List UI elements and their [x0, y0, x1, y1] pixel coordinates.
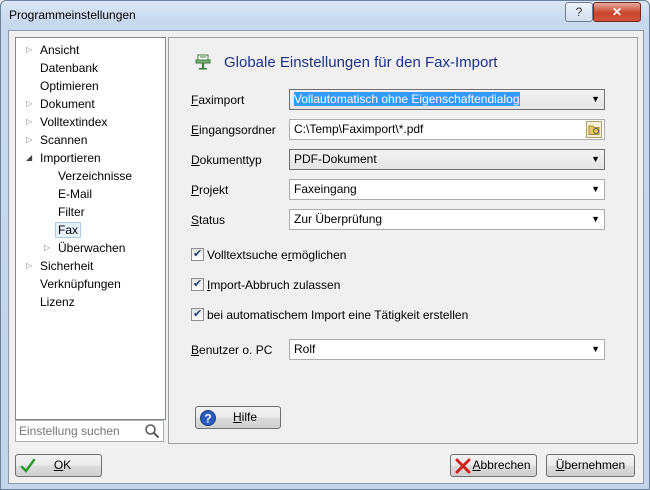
checkbox-checked[interactable]: [191, 306, 204, 322]
checkbox-checked[interactable]: [191, 276, 204, 292]
chevron-down-icon[interactable]: ▼: [591, 210, 600, 229]
help-button[interactable]: ? Hilfe: [195, 406, 281, 429]
tree-item-fax[interactable]: Fax: [55, 221, 82, 239]
checkbox-checked[interactable]: [191, 246, 204, 262]
tree-item-label: Überwachen: [58, 241, 126, 255]
faximport-label: Faximport: [191, 93, 245, 107]
tree-item-label: E-Mail: [58, 187, 93, 201]
chevron-down-icon[interactable]: ▼: [591, 180, 600, 199]
apply-button-label: Übernehmen: [555, 458, 626, 472]
help-title-button[interactable]: ?: [565, 2, 593, 22]
settings-tree: ▷ Ansicht Datenbank Optimieren ▷ Dokument …: [15, 37, 166, 420]
tree-item-label: Sicherheit: [40, 259, 94, 273]
tree-item-optimieren[interactable]: Optimieren: [40, 77, 99, 95]
collapse-arrow-icon[interactable]: ◢: [26, 149, 36, 167]
chevron-down-icon[interactable]: ▼: [591, 90, 600, 109]
dialog-window: Programmeinstellungen ? ✕ ▷ Ansicht Daten…: [0, 0, 650, 490]
expand-arrow-icon[interactable]: ▷: [26, 95, 36, 113]
expand-arrow-icon[interactable]: ▷: [26, 113, 36, 131]
folder-browse-icon[interactable]: [586, 121, 602, 138]
chevron-down-icon[interactable]: ▼: [591, 150, 600, 169]
cancel-x-icon: [455, 458, 471, 474]
tree-item-ueberwachen[interactable]: ▷ Überwachen: [44, 239, 126, 257]
benutzer-label: Benutzer o. PC: [191, 343, 273, 357]
faximport-select[interactable]: Vollautomatisch ohne Eigenschaftendialog…: [289, 89, 605, 110]
help-button-label: Hilfe: [232, 410, 257, 424]
tree-item-scannen[interactable]: ▷ Scannen: [26, 131, 88, 149]
chevron-down-icon[interactable]: ▼: [591, 340, 600, 359]
close-button[interactable]: ✕: [593, 2, 641, 22]
expand-arrow-icon[interactable]: ▷: [26, 257, 36, 275]
tree-item-label: Dokument: [40, 97, 95, 111]
tree-item-filter[interactable]: Filter: [58, 203, 85, 221]
tree-item-label: Filter: [58, 205, 85, 219]
tree-item-verzeichnisse[interactable]: Verzeichnisse: [58, 167, 132, 185]
tree-item-importieren[interactable]: ◢ Importieren: [26, 149, 101, 167]
benutzer-combo[interactable]: Rolf ▼: [289, 339, 605, 360]
projekt-value: Faxeingang: [294, 182, 357, 196]
tree-item-ansicht[interactable]: ▷ Ansicht: [26, 41, 80, 59]
eingangsordner-value: C:\Temp\Faximport\*.pdf: [294, 122, 424, 136]
dialog-client: ▷ Ansicht Datenbank Optimieren ▷ Dokument …: [8, 30, 644, 484]
tree-item-email[interactable]: E-Mail: [58, 185, 92, 203]
tree-item-label: Volltextindex: [40, 115, 108, 129]
tree-item-label: Fax: [55, 222, 82, 238]
eingangsordner-label: Eingangsordner: [191, 123, 276, 137]
tree-item-datenbank[interactable]: Datenbank: [40, 59, 98, 77]
eingangsordner-field[interactable]: C:\Temp\Faximport\*.pdf: [289, 119, 605, 140]
fax-icon: [195, 54, 211, 70]
ok-button[interactable]: OK: [15, 454, 102, 477]
search-icon[interactable]: [144, 423, 160, 439]
checkmark-icon: [20, 458, 36, 473]
settings-panel: Globale Einstellungen für den Fax-Import…: [168, 37, 638, 444]
expand-arrow-icon[interactable]: ▷: [26, 41, 36, 59]
projekt-label: Projekt: [191, 183, 229, 197]
import-abbruch-label: Import-Abbruch zulassen: [207, 278, 341, 292]
help-icon: ?: [200, 410, 216, 426]
tree-item-label: Verzeichnisse: [58, 169, 133, 183]
tree-item-verknuepfungen[interactable]: Verknüpfungen: [40, 275, 121, 293]
expand-arrow-icon[interactable]: ▷: [44, 239, 54, 257]
window-title: Programmeinstellungen: [9, 8, 136, 22]
dokumenttyp-label: Dokumenttyp: [191, 153, 262, 167]
tree-item-label: Datenbank: [40, 61, 99, 75]
status-value: Zur Überprüfung: [294, 212, 383, 226]
tree-item-label: Ansicht: [40, 43, 80, 57]
tree-item-label: Importieren: [40, 151, 101, 165]
projekt-combo[interactable]: Faxeingang ▼: [289, 179, 605, 200]
ok-button-label: OK: [53, 458, 72, 472]
status-combo[interactable]: Zur Überprüfung ▼: [289, 209, 605, 230]
apply-button[interactable]: Übernehmen: [546, 454, 635, 477]
cancel-button[interactable]: Abbrechen: [450, 454, 537, 477]
tree-item-volltextindex[interactable]: ▷ Volltextindex: [26, 113, 108, 131]
tree-item-label: Lizenz: [40, 295, 75, 309]
tree-item-sicherheit[interactable]: ▷ Sicherheit: [26, 257, 94, 275]
svg-text:?: ?: [204, 412, 211, 426]
tree-item-dokument[interactable]: ▷ Dokument: [26, 95, 95, 113]
taetigkeit-label: bei automatischem Import eine Tätigkeit …: [207, 308, 469, 322]
search-input[interactable]: [17, 422, 145, 440]
dokumenttyp-value: PDF-Dokument: [294, 152, 377, 166]
title-bar[interactable]: Programmeinstellungen ? ✕: [1, 1, 649, 29]
expand-arrow-icon[interactable]: ▷: [26, 131, 36, 149]
tree-item-label: Verknüpfungen: [40, 277, 121, 291]
tree-item-label: Optimieren: [40, 79, 99, 93]
settings-search[interactable]: [15, 420, 164, 442]
tree-item-lizenz[interactable]: Lizenz: [40, 293, 75, 311]
tree-item-label: Scannen: [40, 133, 88, 147]
benutzer-value: Rolf: [294, 342, 316, 356]
volltextsuche-label: Volltextsuche ermöglichen: [207, 248, 347, 262]
status-label: Status: [191, 213, 226, 227]
dokumenttyp-select[interactable]: PDF-Dokument ▼: [289, 149, 605, 170]
faximport-value: Vollautomatisch ohne Eigenschaftendialog: [294, 92, 520, 106]
panel-title: Globale Einstellungen für den Fax-Import: [224, 54, 498, 71]
